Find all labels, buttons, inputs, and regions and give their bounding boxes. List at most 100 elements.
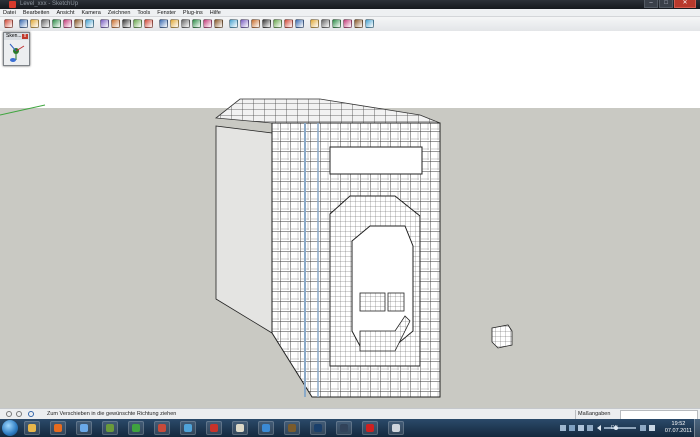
window-titlebar: Level_xxx - SketchUp – □ ✕: [0, 0, 700, 9]
taskbar-app-editor[interactable]: [388, 421, 404, 435]
menu-plugins[interactable]: Plug-ins: [183, 10, 203, 16]
components-icon[interactable]: [332, 19, 341, 28]
pan-icon[interactable]: [240, 19, 249, 28]
doorway-block: [387, 292, 405, 312]
single-cube[interactable]: [491, 324, 513, 349]
status-separator: [575, 410, 576, 419]
paint-bucket-icon[interactable]: [74, 19, 83, 28]
google-earth-icon[interactable]: [365, 19, 374, 28]
sign-panel[interactable]: [329, 146, 423, 175]
select-tool-icon[interactable]: [4, 19, 13, 28]
menu-tools[interactable]: Tools: [137, 10, 150, 16]
taskbar-app-notes[interactable]: [232, 421, 248, 435]
taskbar-app-game[interactable]: [284, 421, 300, 435]
clock-time: 19:52: [671, 421, 686, 427]
menu-fenster[interactable]: Fenster: [157, 10, 176, 16]
start-button[interactable]: [2, 420, 18, 436]
taskbar-app-explorer[interactable]: [24, 421, 40, 435]
menu-kamera[interactable]: Kamera: [82, 10, 101, 16]
axes-tool-icon[interactable]: [203, 19, 212, 28]
geo-location-icon[interactable]: [6, 411, 12, 417]
firefox-icon: [54, 424, 62, 432]
show-desktop-button[interactable]: [694, 419, 700, 437]
line-tool-icon[interactable]: [52, 19, 61, 28]
taskbar-app-firefox[interactable]: [50, 421, 66, 435]
follow-me-icon[interactable]: [133, 19, 142, 28]
layers-icon[interactable]: [354, 19, 363, 28]
building-side-wall[interactable]: [215, 125, 273, 334]
photoshop-icon: [314, 424, 322, 432]
offset-icon[interactable]: [100, 19, 109, 28]
status-message: Zum Verschieben in die gewünschte Richtu…: [47, 411, 177, 417]
taskbar-app-steam[interactable]: [336, 421, 352, 435]
notes-icon: [236, 424, 244, 432]
help-icon[interactable]: [28, 411, 34, 417]
taskbar-app-globe[interactable]: [258, 421, 274, 435]
sketchup-app-icon[interactable]: [9, 1, 16, 8]
menu-bar: Datei Bearbeiten Ansicht Kamera Zeichnen…: [0, 9, 700, 17]
editor-icon: [392, 424, 400, 432]
previous-view-icon[interactable]: [284, 19, 293, 28]
orbit-icon[interactable]: [229, 19, 238, 28]
taskbar-app-itunes[interactable]: [76, 421, 92, 435]
menu-ansicht[interactable]: Ansicht: [56, 10, 74, 16]
taskbar-app-media-player[interactable]: [128, 421, 144, 435]
zoom-extents-icon[interactable]: [273, 19, 282, 28]
system-clock[interactable]: 19:52 07.07.2011: [665, 421, 692, 435]
scale-tool-icon[interactable]: [144, 19, 153, 28]
zoom-window-icon[interactable]: [262, 19, 271, 28]
credits-icon[interactable]: [16, 411, 22, 417]
doorway-block: [359, 292, 386, 312]
text-tool-icon[interactable]: [192, 19, 201, 28]
styles-icon[interactable]: [343, 19, 352, 28]
taskbar-app-filezilla[interactable]: [206, 421, 222, 435]
floating-palette[interactable]: Sken... x: [3, 32, 30, 66]
push-pull-icon[interactable]: [85, 19, 94, 28]
game-icon: [288, 424, 296, 432]
sketchup-icon: [158, 424, 166, 432]
arc-tool-icon[interactable]: [41, 19, 50, 28]
paint-icon: [184, 424, 192, 432]
minimize-button[interactable]: –: [644, 0, 658, 8]
eraser-tool-icon[interactable]: [63, 19, 72, 28]
rotate-tool-icon[interactable]: [122, 19, 131, 28]
get-models-icon[interactable]: [310, 19, 319, 28]
circle-tool-icon[interactable]: [30, 19, 39, 28]
close-button[interactable]: ✕: [674, 0, 696, 8]
move-tool-icon[interactable]: [111, 19, 120, 28]
window-controls: – □ ✕: [644, 0, 696, 8]
explorer-icon: [28, 424, 36, 432]
windows-taskbar: DE 19:52 07.07.2011: [0, 419, 700, 437]
axes-palette-icon[interactable]: [4, 40, 29, 64]
sky: [0, 31, 700, 108]
menu-zeichnen[interactable]: Zeichnen: [108, 10, 131, 16]
window-title: Level_xxx - SketchUp: [20, 1, 79, 7]
palette-close-button[interactable]: x: [22, 34, 28, 39]
taskbar-app-minecraft[interactable]: [102, 421, 118, 435]
protractor-icon[interactable]: [181, 19, 190, 28]
rectangle-tool-icon[interactable]: [19, 19, 28, 28]
taskbar-app-photoshop[interactable]: [310, 421, 326, 435]
language-indicator[interactable]: DE: [611, 425, 618, 431]
measurements-label: Maßangaben: [578, 411, 611, 417]
clock-date: 07.07.2011: [664, 428, 692, 434]
tape-measure-icon[interactable]: [159, 19, 168, 28]
steam-icon: [340, 424, 348, 432]
zoom-icon[interactable]: [251, 19, 260, 28]
maximize-button[interactable]: □: [659, 0, 673, 8]
3d-scene[interactable]: [0, 31, 700, 408]
3d-text-icon[interactable]: [214, 19, 223, 28]
menu-bearbeiten[interactable]: Bearbeiten: [23, 10, 50, 16]
taskbar-app-paint[interactable]: [180, 421, 196, 435]
taskbar-app-sketchup[interactable]: [154, 421, 170, 435]
menu-hilfe[interactable]: Hilfe: [210, 10, 221, 16]
drawing-viewport[interactable]: [0, 31, 700, 408]
filezilla-icon: [210, 424, 218, 432]
next-view-icon[interactable]: [295, 19, 304, 28]
share-model-icon[interactable]: [321, 19, 330, 28]
menu-datei[interactable]: Datei: [3, 10, 16, 16]
dimension-icon[interactable]: [170, 19, 179, 28]
palette-titlebar[interactable]: Sken... x: [4, 33, 29, 40]
taskbar-app-opera[interactable]: [362, 421, 378, 435]
opera-icon: [366, 424, 374, 432]
